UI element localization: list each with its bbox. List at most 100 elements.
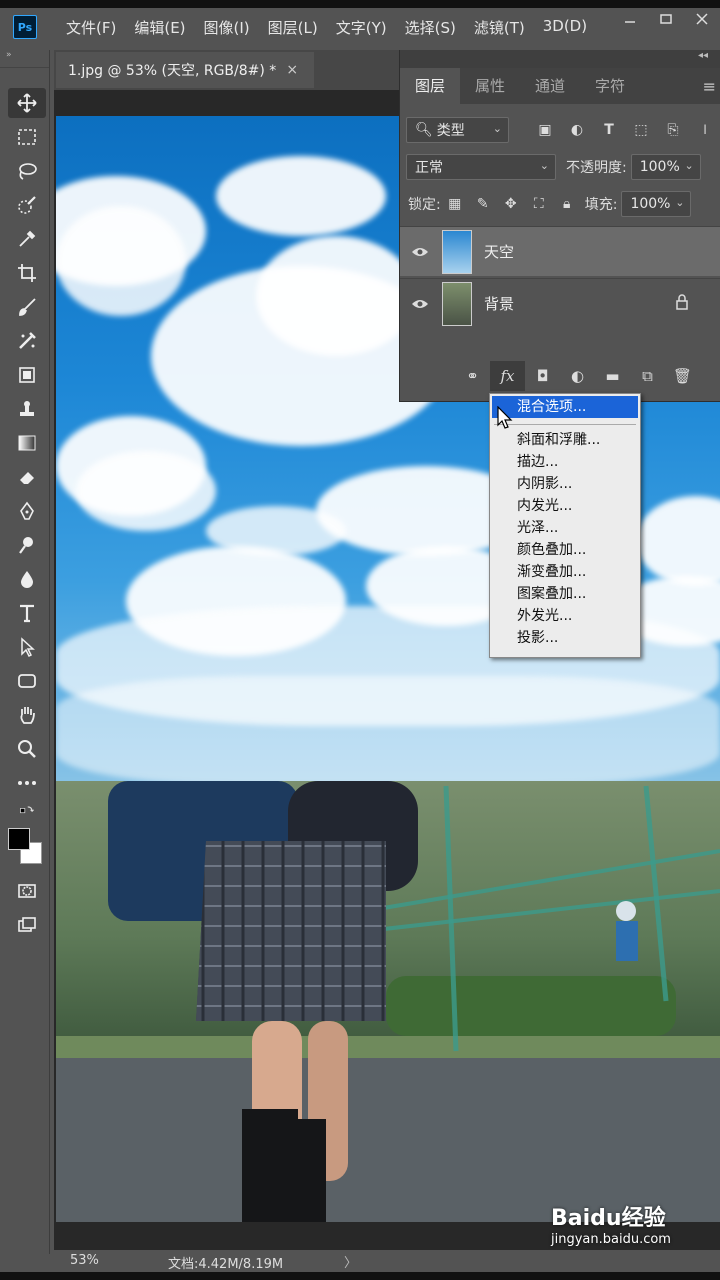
- filter-row: 🔍︎ 类型 ⌄ ▣ ◐ T ⬚ ⎘ ⏽: [400, 114, 720, 146]
- hand-tool-icon[interactable]: [8, 700, 46, 730]
- opacity-input[interactable]: 100% ⌄: [630, 154, 701, 180]
- link-layers-icon[interactable]: ⚭: [455, 361, 490, 391]
- quick-mask-icon[interactable]: [8, 876, 46, 906]
- menu-image[interactable]: 图像(I): [195, 17, 259, 38]
- filter-adjustment-icon[interactable]: ◐: [561, 122, 593, 138]
- move-tool-icon[interactable]: [8, 88, 46, 118]
- swap-colors-icon[interactable]: [8, 802, 46, 822]
- layer-thumbnail: [442, 281, 472, 326]
- document-tab[interactable]: 1.jpg @ 53% (天空, RGB/8#) * ×: [56, 52, 314, 88]
- tab-properties[interactable]: 属性: [460, 68, 520, 104]
- filter-kind-select[interactable]: 🔍︎ 类型 ⌄: [406, 117, 509, 143]
- lock-image-pixels-icon[interactable]: ✎: [469, 196, 497, 212]
- new-group-folder-icon[interactable]: ▬: [595, 361, 630, 391]
- filter-toggle-icon[interactable]: ⏽: [689, 122, 720, 138]
- pen-tool-icon[interactable]: [8, 496, 46, 526]
- menu-item-inner-shadow[interactable]: 内阴影...: [490, 473, 640, 495]
- menu-select[interactable]: 选择(S): [396, 17, 465, 38]
- lock-transparency-icon[interactable]: ▦: [441, 196, 469, 212]
- crop-tool-icon[interactable]: [8, 258, 46, 288]
- adjustment-layer-icon[interactable]: ◐: [560, 361, 595, 391]
- clone-stamp-icon[interactable]: [8, 394, 46, 424]
- layers-panel-footer: ⚭ fx ◘ ◐ ▬ ⧉ 🗑︎: [400, 357, 720, 395]
- minimize-icon[interactable]: [612, 8, 648, 30]
- toolbar-collapse-icon[interactable]: »: [0, 50, 49, 68]
- menu-item-pattern-overlay[interactable]: 图案叠加...: [490, 583, 640, 605]
- eraser-tool-icon[interactable]: [8, 462, 46, 492]
- add-mask-icon[interactable]: ◘: [525, 361, 560, 391]
- opacity-label: 不透明度:: [566, 160, 627, 176]
- menu-file[interactable]: 文件(F): [57, 17, 125, 38]
- gradient-tool-icon[interactable]: [8, 428, 46, 458]
- menu-item-drop-shadow[interactable]: 投影...: [490, 627, 640, 649]
- lasso-tool-icon[interactable]: [8, 156, 46, 186]
- filter-pixel-icon[interactable]: ▣: [529, 122, 561, 138]
- layer-row-sky[interactable]: 天空: [400, 226, 720, 276]
- panel-menu-icon[interactable]: ≡: [703, 77, 716, 96]
- fill-value: 100%: [630, 196, 671, 212]
- patch-tool-icon[interactable]: [8, 360, 46, 390]
- menu-item-gradient-overlay[interactable]: 渐变叠加...: [490, 561, 640, 583]
- menu-item-color-overlay[interactable]: 颜色叠加...: [490, 539, 640, 561]
- menu-item-blending-options[interactable]: 混合选项...: [492, 396, 638, 418]
- restore-icon[interactable]: [648, 8, 684, 30]
- close-tab-icon[interactable]: ×: [286, 62, 298, 78]
- filter-type-icon[interactable]: T: [593, 122, 625, 138]
- delete-layer-trash-icon[interactable]: 🗑︎: [665, 361, 700, 391]
- tab-channels[interactable]: 通道: [520, 68, 580, 104]
- zoom-level[interactable]: 53%: [70, 1253, 99, 1268]
- more-tools-icon[interactable]: [8, 768, 46, 798]
- status-bar: 53% 文档:4.42M/8.19M 〉: [54, 1250, 720, 1272]
- filter-smart-object-icon[interactable]: ⎘: [657, 122, 689, 138]
- lock-position-icon[interactable]: ✥: [497, 196, 525, 212]
- marquee-tool-icon[interactable]: [8, 122, 46, 152]
- dodge-tool-icon[interactable]: [8, 530, 46, 560]
- filter-shape-icon[interactable]: ⬚: [625, 122, 657, 138]
- document-tab-title: 1.jpg @ 53% (天空, RGB/8#) *: [68, 63, 277, 79]
- blend-mode-value: 正常: [415, 160, 443, 176]
- tab-character[interactable]: 字符: [580, 68, 640, 104]
- menu-item-outer-glow[interactable]: 外发光...: [490, 605, 640, 627]
- lock-all-icon[interactable]: 🔒︎: [553, 196, 581, 212]
- layer-row-background[interactable]: 背景: [400, 278, 720, 328]
- brush-tool-icon[interactable]: [8, 292, 46, 322]
- menu-item-satin[interactable]: 光泽...: [490, 517, 640, 539]
- fill-input[interactable]: 100% ⌄: [621, 191, 692, 217]
- menu-filter[interactable]: 滤镜(T): [465, 17, 534, 38]
- bottom-band: [0, 1272, 720, 1280]
- screen-mode-icon[interactable]: [8, 910, 46, 940]
- foreground-color-swatch[interactable]: [8, 828, 30, 850]
- quick-select-tool-icon[interactable]: [8, 190, 46, 220]
- new-layer-icon[interactable]: ⧉: [630, 361, 665, 391]
- watermark-url: jingyan.baidu.com: [551, 1232, 671, 1247]
- status-menu-arrow-icon[interactable]: 〉: [344, 1252, 357, 1271]
- tab-layers[interactable]: 图层: [400, 68, 461, 104]
- menu-3d[interactable]: 3D(D): [534, 17, 596, 38]
- visibility-eye-icon[interactable]: [400, 298, 440, 310]
- blur-drop-icon[interactable]: [8, 564, 46, 594]
- panel-collapse-icon[interactable]: ◂◂: [400, 50, 720, 68]
- add-layer-style-button[interactable]: fx: [490, 361, 525, 391]
- layer-name[interactable]: 天空: [484, 241, 514, 262]
- menu-type[interactable]: 文字(Y): [327, 17, 396, 38]
- close-icon[interactable]: [684, 8, 720, 30]
- menu-layer[interactable]: 图层(L): [259, 17, 327, 38]
- photoshop-logo: Ps: [13, 15, 37, 39]
- menu-item-bevel-emboss[interactable]: 斜面和浮雕...: [490, 429, 640, 451]
- menu-edit[interactable]: 编辑(E): [125, 17, 194, 38]
- type-tool-icon[interactable]: [8, 598, 46, 628]
- main-menu: 文件(F) 编辑(E) 图像(I) 图层(L) 文字(Y) 选择(S) 滤镜(T…: [57, 17, 596, 38]
- shape-tool-icon[interactable]: [8, 666, 46, 696]
- eyedropper-tool-icon[interactable]: [8, 224, 46, 254]
- zoom-tool-icon[interactable]: [8, 734, 46, 764]
- search-icon: 🔍︎: [415, 122, 433, 138]
- lock-artboard-icon[interactable]: ⛶: [525, 196, 553, 212]
- healing-brush-icon[interactable]: [8, 326, 46, 356]
- layer-name[interactable]: 背景: [484, 293, 514, 314]
- menu-item-stroke[interactable]: 描边...: [490, 451, 640, 473]
- lock-row: 锁定: ▦ ✎ ✥ ⛶ 🔒︎ 填充: 100% ⌄: [400, 190, 720, 218]
- blend-mode-select[interactable]: 正常 ⌄: [406, 154, 556, 180]
- path-select-icon[interactable]: [8, 632, 46, 662]
- visibility-eye-icon[interactable]: [400, 246, 440, 258]
- menu-item-inner-glow[interactable]: 内发光...: [490, 495, 640, 517]
